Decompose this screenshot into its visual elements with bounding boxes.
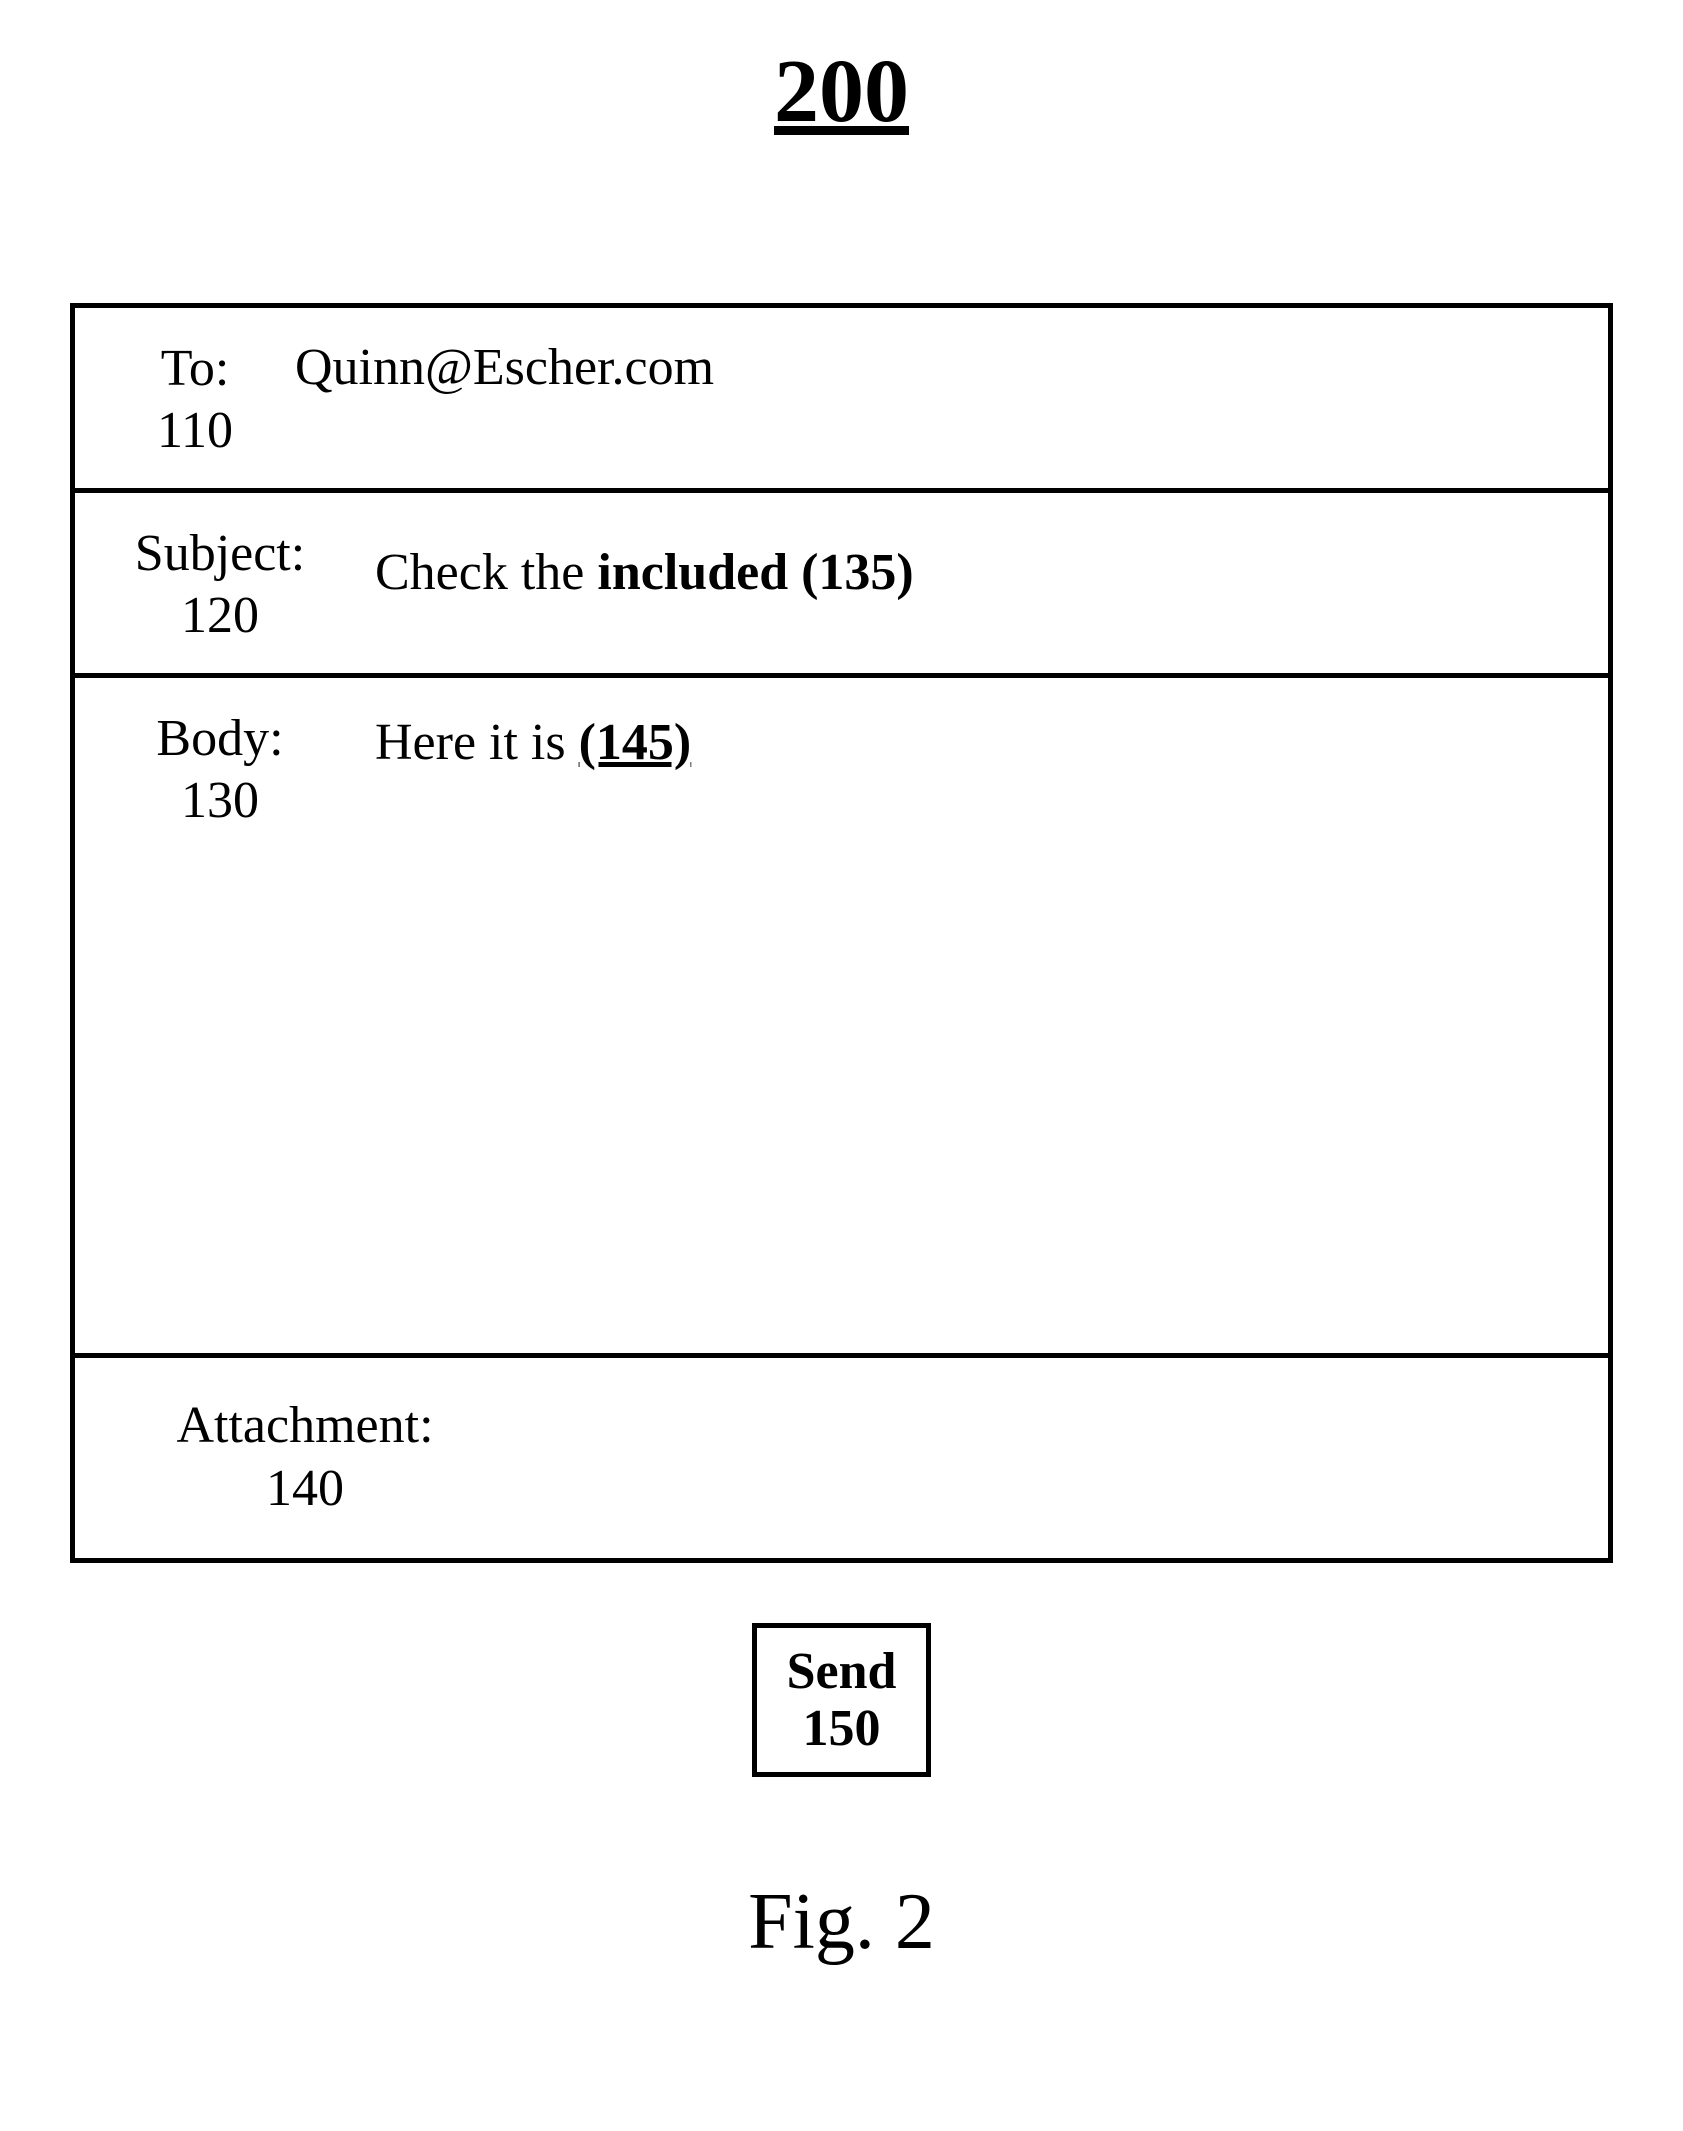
send-ref-number: 150	[803, 1700, 881, 1757]
to-ref-number: 110	[157, 402, 233, 459]
body-highlight-text: (145)	[579, 714, 692, 771]
subject-field-row: Subject: 120 Check the included (135)	[75, 493, 1608, 678]
subject-prefix-text: Check the	[375, 544, 597, 601]
attachment-ref-number: 140	[266, 1460, 344, 1517]
body-prefix-text: Here it is	[375, 714, 579, 771]
email-compose-form: To: 110 Quinn@Escher.com Subject: 120 Ch…	[70, 303, 1613, 1563]
to-label-text: To:	[161, 340, 230, 397]
subject-highlight-text: included (135)	[597, 544, 913, 601]
figure-number: 200	[70, 40, 1613, 143]
body-ref-number: 130	[181, 772, 259, 829]
figure-caption: Fig. 2	[70, 1877, 1613, 1968]
subject-ref-number: 120	[181, 587, 259, 644]
body-value[interactable]: Here it is (145)	[335, 703, 691, 772]
body-label-text: Body:	[156, 710, 283, 767]
body-label: Body: 130	[105, 703, 335, 833]
subject-label-text: Subject:	[135, 525, 305, 582]
attachment-label-text: Attachment:	[176, 1397, 433, 1454]
to-field-row: To: 110 Quinn@Escher.com	[75, 308, 1608, 493]
to-label: To: 110	[105, 333, 285, 463]
send-button-label: Send	[787, 1643, 897, 1700]
subject-value[interactable]: Check the included (135)	[335, 518, 914, 602]
subject-label: Subject: 120	[105, 518, 335, 648]
body-field-row: Body: 130 Here it is (145)	[75, 678, 1608, 1358]
to-value[interactable]: Quinn@Escher.com	[285, 333, 714, 397]
send-button[interactable]: Send 150	[752, 1623, 932, 1777]
attachment-field-row: Attachment: 140	[75, 1358, 1608, 1558]
attachment-label: Attachment: 140	[105, 1395, 445, 1520]
send-button-container: Send 150	[70, 1623, 1613, 1777]
